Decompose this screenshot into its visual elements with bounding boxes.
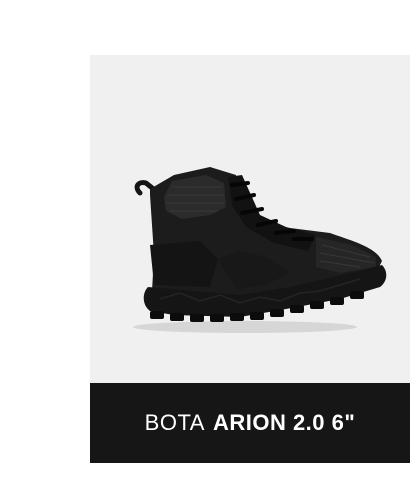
page: BOTA ARION 2.0 6" [0, 0, 420, 483]
product-image[interactable] [90, 55, 410, 383]
product-name-bar[interactable]: BOTA ARION 2.0 6" [90, 383, 410, 463]
product-name-model: ARION 2.0 6" [212, 410, 356, 435]
product-name-prefix: BOTA [144, 410, 205, 435]
boot-icon [133, 167, 387, 333]
product-card[interactable]: BOTA ARION 2.0 6" [90, 55, 410, 463]
